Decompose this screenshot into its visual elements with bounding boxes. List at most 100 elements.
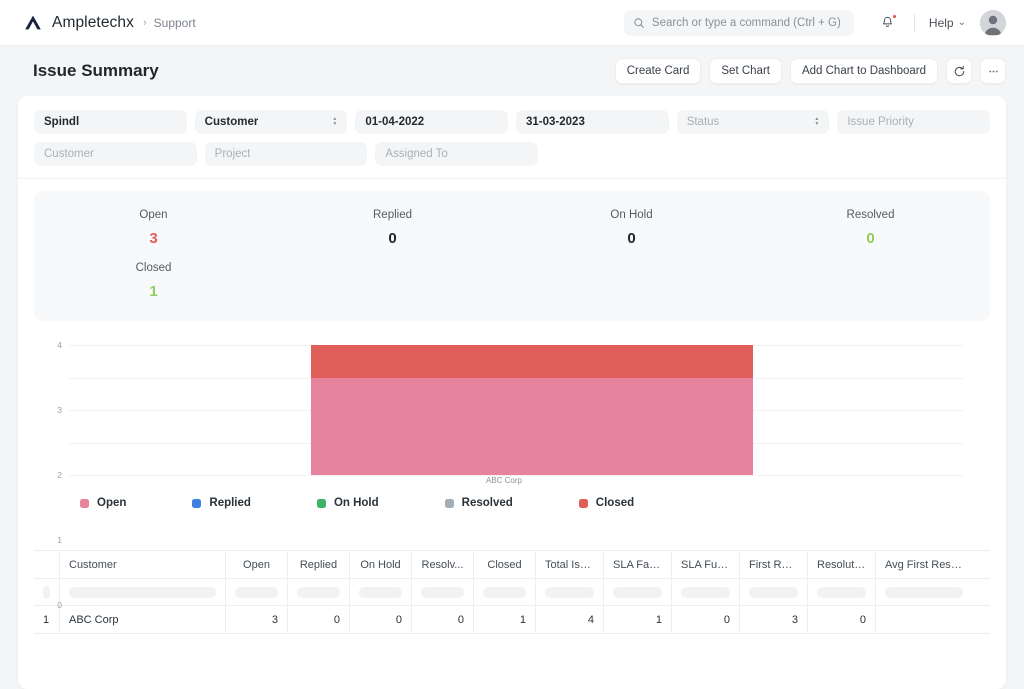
table-header-onhold[interactable]: On Hold bbox=[350, 551, 412, 578]
column-filter-input[interactable] bbox=[359, 586, 402, 598]
table-filter-row[interactable] bbox=[34, 579, 990, 606]
legend-label: Closed bbox=[595, 497, 635, 509]
column-filter-input[interactable] bbox=[297, 586, 340, 598]
table-cell-text: 1 bbox=[519, 613, 526, 626]
chart-y-tick: 1 bbox=[57, 535, 62, 545]
legend-item-open[interactable]: Open bbox=[80, 497, 126, 509]
table-header-resolved[interactable]: Resolv... bbox=[412, 551, 474, 578]
column-filter-input[interactable] bbox=[69, 586, 216, 598]
refresh-button[interactable] bbox=[946, 58, 972, 84]
column-filter-input[interactable] bbox=[235, 586, 278, 598]
filter-row-primary: Spindl Customer ▲ ▼ 01-04-2022 31-03-2023 Stat… bbox=[34, 110, 991, 134]
filter-group-by-text: Customer bbox=[204, 116, 259, 128]
filter-from-date[interactable]: 01-04-2022 bbox=[355, 110, 509, 134]
filter-project[interactable]: Project bbox=[204, 142, 368, 166]
column-filter-input[interactable] bbox=[749, 586, 798, 598]
stat-card-replied: Replied 0 bbox=[273, 209, 512, 321]
table-header-replied[interactable]: Replied bbox=[288, 551, 350, 578]
table-header-resol[interactable]: Resolution... bbox=[808, 551, 876, 578]
table-filter-cell-replied[interactable] bbox=[288, 579, 350, 605]
column-filter-input[interactable] bbox=[681, 586, 730, 598]
table-header-label: Total Issues bbox=[545, 558, 594, 571]
breadcrumb-support[interactable]: Support bbox=[154, 16, 196, 30]
table-filter-cell-total[interactable] bbox=[536, 579, 604, 605]
table-filter-cell-slafail[interactable] bbox=[604, 579, 672, 605]
legend-item-resolved[interactable]: Resolved bbox=[444, 497, 513, 509]
legend-item-replied[interactable]: Replied bbox=[192, 497, 251, 509]
search-input[interactable]: Search or type a command (Ctrl + G) bbox=[623, 9, 854, 36]
chart-bar-abc-corp[interactable] bbox=[311, 345, 753, 475]
navbar-divider bbox=[913, 13, 915, 32]
table-cell-text: 0 bbox=[723, 613, 730, 626]
table-header-total[interactable]: Total Issues bbox=[536, 551, 604, 578]
table-cell-text: 3 bbox=[271, 613, 278, 626]
issue-chart: 0 1 2 3 4 ABC Corp Open Replied On Hold Resolve… bbox=[40, 337, 984, 610]
table-cell-idx: 1 bbox=[34, 606, 60, 633]
table-header-slaful[interactable]: SLA Fulfill... bbox=[672, 551, 740, 578]
column-filter-input[interactable] bbox=[421, 586, 464, 598]
stat-sub-value: 1 bbox=[149, 283, 158, 300]
table-header-firstres[interactable]: First Resp... bbox=[740, 551, 808, 578]
table-header-idx[interactable] bbox=[34, 551, 60, 578]
legend-label: Open bbox=[97, 497, 127, 509]
table-header-closed[interactable]: Closed bbox=[474, 551, 536, 578]
more-options-button[interactable] bbox=[980, 58, 1006, 84]
table-header-customer[interactable]: Customer bbox=[60, 551, 226, 578]
table-filter-cell-idx[interactable] bbox=[34, 579, 60, 605]
table-filter-cell-closed[interactable] bbox=[474, 579, 536, 605]
table-header-label: Closed bbox=[487, 558, 522, 571]
table-header-avgfirst[interactable]: Avg First Respons bbox=[876, 551, 972, 578]
set-chart-button[interactable]: Set Chart bbox=[709, 58, 782, 84]
row-select-checkbox[interactable] bbox=[43, 585, 50, 599]
table-cell-onhold: 0 bbox=[350, 606, 412, 633]
table-row[interactable]: 1 ABC Corp 3 0 0 0 1 4 1 0 3 0 bbox=[34, 606, 990, 634]
filter-status[interactable]: Status ▲ ▼ bbox=[676, 110, 830, 134]
avatar[interactable] bbox=[980, 9, 1006, 36]
chart-segment-open[interactable] bbox=[311, 377, 753, 475]
column-filter-input[interactable] bbox=[613, 586, 662, 598]
help-menu-button[interactable]: Help ⌄ bbox=[929, 16, 966, 30]
column-filter-input[interactable] bbox=[817, 586, 866, 598]
table-filter-cell-slaful[interactable] bbox=[672, 579, 740, 605]
legend-item-closed[interactable]: Closed bbox=[578, 497, 635, 509]
table-filter-cell-customer[interactable] bbox=[60, 579, 226, 605]
stat-label: On Hold bbox=[610, 209, 653, 221]
legend-swatch-icon bbox=[192, 498, 202, 508]
filter-to-date-text: 31-03-2023 bbox=[526, 116, 585, 128]
table-filter-cell-resol[interactable] bbox=[808, 579, 876, 605]
table-filter-cell-resolved[interactable] bbox=[412, 579, 474, 605]
filter-assigned-to[interactable]: Assigned To bbox=[375, 142, 539, 166]
table-body: 1 ABC Corp 3 0 0 0 1 4 1 0 3 0 bbox=[34, 606, 990, 634]
column-filter-input[interactable] bbox=[885, 586, 963, 598]
table-filter-cell-firstres[interactable] bbox=[740, 579, 808, 605]
table-header-open[interactable]: Open bbox=[226, 551, 288, 578]
stat-value: 0 bbox=[866, 230, 875, 247]
add-chart-to-dashboard-button[interactable]: Add Chart to Dashboard bbox=[789, 58, 938, 84]
brand-name: Ampletechx bbox=[52, 13, 134, 31]
table-filter-cell-onhold[interactable] bbox=[350, 579, 412, 605]
chart-segment-closed[interactable] bbox=[311, 345, 753, 378]
table-filter-cell-open[interactable] bbox=[226, 579, 288, 605]
stat-sub-label: Closed bbox=[135, 262, 172, 274]
filter-to-date[interactable]: 31-03-2023 bbox=[516, 110, 669, 134]
column-filter-input[interactable] bbox=[483, 586, 526, 598]
filter-project-text: Project bbox=[214, 148, 251, 160]
filter-group-by[interactable]: Customer ▲ ▼ bbox=[194, 110, 348, 134]
notifications-button[interactable] bbox=[876, 11, 900, 35]
page-title: Issue Summary bbox=[33, 61, 159, 80]
table-header-slafail[interactable]: SLA Failed bbox=[604, 551, 672, 578]
brand-home-link[interactable]: Ampletechx bbox=[22, 12, 134, 34]
filter-status-text: Status bbox=[686, 116, 720, 128]
top-navbar: Ampletechx › Support Search or type a co… bbox=[0, 0, 1024, 46]
filter-issue-priority[interactable]: Issue Priority bbox=[837, 110, 991, 134]
table-cell-total: 4 bbox=[536, 606, 604, 633]
table-cell-open: 3 bbox=[226, 606, 288, 633]
table-filter-cell-avgfirst[interactable] bbox=[876, 579, 972, 605]
table-cell-resol: 0 bbox=[808, 606, 876, 633]
create-card-button[interactable]: Create Card bbox=[614, 58, 702, 84]
filter-customer[interactable]: Customer bbox=[34, 142, 197, 166]
legend-item-on-hold[interactable]: On Hold bbox=[316, 497, 379, 509]
filter-company[interactable]: Spindl bbox=[34, 110, 187, 134]
avatar-image bbox=[980, 9, 1006, 36]
column-filter-input[interactable] bbox=[545, 586, 594, 598]
